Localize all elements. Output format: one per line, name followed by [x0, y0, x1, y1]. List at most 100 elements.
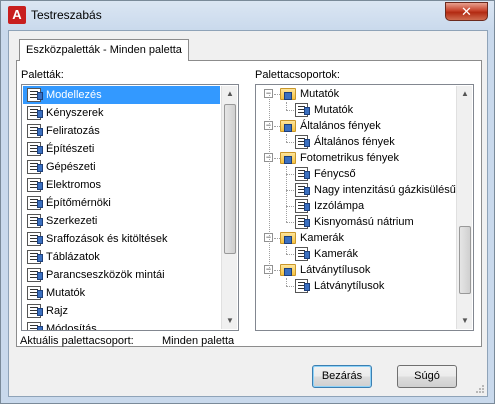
- palette-list-item[interactable]: Sraffozások és kitöltések: [23, 230, 220, 248]
- palette-icon: [295, 135, 310, 149]
- folder-icon: [280, 120, 296, 132]
- palette-icon: [27, 214, 43, 228]
- palette-icon: [27, 250, 43, 264]
- tree-palette-label: Kamerák: [314, 248, 359, 260]
- palette-list-item[interactable]: Építészeti: [23, 140, 220, 158]
- palette-item-label: Építőmérnöki: [46, 197, 111, 209]
- palette-icon: [295, 103, 310, 117]
- palette-item-label: Rajz: [46, 305, 69, 317]
- scroll-down-arrow-icon[interactable]: ▼: [457, 313, 473, 329]
- palette-list-item[interactable]: Kényszerek: [23, 104, 220, 122]
- tab-panel: Paletták: Modellezés Kényszerek Feliratozá…: [16, 60, 482, 347]
- tree-connector: [286, 110, 294, 111]
- palette-list-item[interactable]: Modellezés: [23, 86, 220, 104]
- tree-palette-label: Kisnyomású nátrium: [314, 216, 414, 228]
- palette-icon: [27, 286, 43, 300]
- help-button[interactable]: Súgó: [397, 365, 457, 388]
- palette-list-item[interactable]: Módosítás: [23, 320, 220, 331]
- tree-connector: [286, 166, 287, 222]
- current-group-label: Aktuális palettacsoport:: [20, 335, 134, 347]
- palette-groups-tree[interactable]: − Mutatók Mutatók − Általános fények Általáno…: [255, 84, 474, 331]
- palette-list-item[interactable]: Mutatók: [23, 284, 220, 302]
- tree-connector: [286, 174, 294, 175]
- tree-connector: [286, 254, 294, 255]
- tree-connector: [286, 134, 287, 142]
- palette-item-label: Sraffozások és kitöltések: [46, 233, 168, 245]
- tree-palette-label: Mutatók: [314, 104, 354, 116]
- palette-icon: [295, 215, 310, 229]
- palette-item-label: Modellezés: [46, 89, 102, 101]
- tree-palette-label: Általános fények: [314, 136, 395, 148]
- scroll-thumb[interactable]: [459, 226, 471, 294]
- tree-group-label: Fotometrikus fények: [300, 152, 400, 164]
- tree-palette-label: Nagy intenzitású gázkisülésű: [314, 184, 456, 196]
- scroll-up-arrow-icon[interactable]: ▲: [222, 86, 238, 102]
- palette-item-label: Építészeti: [46, 143, 95, 155]
- palettes-label: Paletták:: [21, 69, 64, 81]
- window-title: Testreszabás: [31, 8, 102, 22]
- tree-connector: [286, 246, 287, 254]
- palette-icon: [27, 304, 43, 318]
- palette-icon: [27, 322, 43, 330]
- tree-connector: [286, 222, 294, 223]
- dialog-window: A Testreszabás ✕ Eszközpaletták - Minden…: [0, 0, 495, 404]
- palette-icon: [295, 183, 310, 197]
- tree-connector: [286, 102, 287, 110]
- palette-list-item[interactable]: Építőmérnöki: [23, 194, 220, 212]
- palette-item-label: Módosítás: [46, 323, 97, 331]
- palette-icon: [295, 167, 310, 181]
- palette-list-item[interactable]: Rajz: [23, 302, 220, 320]
- tree-group-label: Látványtílusok: [300, 264, 371, 276]
- resize-grip-icon[interactable]: [474, 383, 484, 393]
- current-group-value: Minden paletta: [162, 335, 235, 347]
- palette-icon: [27, 106, 43, 120]
- palette-list-item[interactable]: Szerkezeti: [23, 212, 220, 230]
- palette-icon: [27, 142, 43, 156]
- close-button[interactable]: Bezárás: [312, 365, 372, 388]
- tree-group-node[interactable]: − Általános fények: [256, 118, 455, 134]
- palette-item-label: Táblázatok: [46, 251, 100, 263]
- palette-item-label: Elektromos: [46, 179, 102, 191]
- folder-icon: [280, 152, 296, 164]
- palette-groups-label: Palettacsoportok:: [255, 69, 340, 81]
- tree-connector: [286, 206, 294, 207]
- palette-list-item[interactable]: Táblázatok: [23, 248, 220, 266]
- scroll-thumb[interactable]: [224, 104, 236, 254]
- palette-icon: [27, 160, 43, 174]
- tree-group-node[interactable]: − Látványtílusok: [256, 262, 455, 278]
- tree-connector: [286, 278, 287, 286]
- scroll-down-arrow-icon[interactable]: ▼: [222, 313, 238, 329]
- scroll-up-arrow-icon[interactable]: ▲: [457, 86, 473, 102]
- tree-connector: [269, 95, 270, 278]
- palette-item-label: Feliratozás: [46, 125, 100, 137]
- tree-group-node[interactable]: − Mutatók: [256, 86, 455, 102]
- tree-group-node[interactable]: − Fotometrikus fények: [256, 150, 455, 166]
- palette-list-item[interactable]: Gépészeti: [23, 158, 220, 176]
- tree-group-label: Általános fények: [300, 120, 381, 132]
- palette-item-label: Szerkezeti: [46, 215, 98, 227]
- palette-item-label: Parancseszközök mintái: [46, 269, 165, 281]
- palette-icon: [27, 232, 43, 246]
- palette-list-item[interactable]: Feliratozás: [23, 122, 220, 140]
- autocad-app-icon[interactable]: A: [8, 6, 26, 24]
- palette-icon: [27, 124, 43, 138]
- close-window-button[interactable]: ✕: [445, 2, 488, 21]
- palette-item-label: Mutatók: [46, 287, 86, 299]
- tab-all-palettes[interactable]: Eszközpaletták - Minden paletta: [19, 39, 189, 61]
- folder-icon: [280, 232, 296, 244]
- folder-icon: [280, 264, 296, 276]
- tree-group-label: Mutatók: [300, 88, 340, 100]
- groups-scrollbar[interactable]: ▲ ▼: [456, 86, 472, 329]
- palette-icon: [295, 247, 310, 261]
- palettes-listbox[interactable]: Modellezés Kényszerek Feliratozás Építészet…: [21, 84, 239, 331]
- tree-connector: [286, 286, 294, 287]
- dialog-client-area: Eszközpaletták - Minden paletta Paletták…: [8, 30, 488, 397]
- palette-list-item[interactable]: Elektromos: [23, 176, 220, 194]
- tree-group-node[interactable]: − Kamerák: [256, 230, 455, 246]
- palettes-scrollbar[interactable]: ▲ ▼: [221, 86, 237, 329]
- palette-list-item[interactable]: Parancseszközök mintái: [23, 266, 220, 284]
- tree-connector: [286, 190, 294, 191]
- tree-palette-label: Látványtílusok: [314, 280, 385, 292]
- title-bar[interactable]: A Testreszabás ✕: [1, 1, 494, 29]
- tree-palette-label: Fénycső: [314, 168, 356, 180]
